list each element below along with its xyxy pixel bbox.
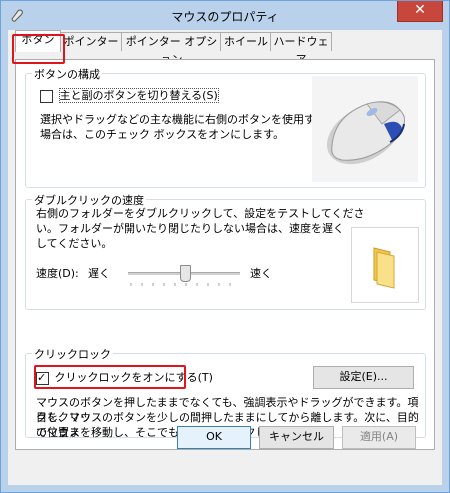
speed-slow-label: 遅く [88,267,110,280]
click-lock-settings-button[interactable]: 設定(E)... [313,366,414,389]
mouse-illustration [312,76,418,182]
ok-button[interactable]: OK [177,426,251,449]
double-click-desc-1: 右側のフォルダーをダブルクリックして、設定をテストしてくださ [36,207,365,220]
speed-fast-label: 速く [250,267,272,280]
double-click-group: ダブルクリックの速度 右側のフォルダーをダブルクリックして、設定をテストしてくだ… [25,192,426,310]
tab-panel: ボタンの構成 主と副のボタンを切り替える(S) 選択やドラッグなどの主な機能に右… [15,59,435,450]
switch-buttons-label[interactable]: 主と副のボタンを切り替える(S) [58,88,219,103]
speed-slider[interactable] [128,263,240,291]
switch-buttons-checkbox[interactable] [40,89,53,103]
title-bar: マウスのプロパティ ✕ [1,1,449,30]
tab-pointers[interactable]: ポインター [59,32,123,51]
slider-thumb[interactable] [180,265,191,282]
folder-icon [373,247,395,289]
button-config-desc-2: 場合は、このチェック ボックスをオンにします。 [40,128,285,141]
double-click-desc-3: してください。 [36,237,113,250]
click-lock-option[interactable]: クリックロックをオンにする(T) [36,370,213,385]
cancel-button[interactable]: キャンセル [259,426,334,449]
mouse-image [327,101,405,165]
tab-buttons[interactable]: ボタン [15,30,61,52]
tab-hardware[interactable]: ハードウェア [270,32,332,66]
apply-button[interactable]: 適用(A) [342,426,416,449]
test-folder[interactable] [351,227,419,303]
window-title: マウスのプロパティ [171,10,279,24]
double-click-desc-2: い。フォルダーが開いたり閉じたりしない場合は、速度を遅く [36,222,344,235]
click-lock-title: クリックロック [32,346,113,362]
speed-label: 速度(D): [36,267,79,280]
click-lock-checkbox[interactable] [36,370,49,385]
tab-wheel[interactable]: ホイール [220,32,272,51]
tab-pointer-options[interactable]: ポインター オプション [121,32,222,66]
switch-buttons-option[interactable]: 主と副のボタンを切り替える(S) [40,88,219,103]
dialog-client: ボタン ポインター ポインター オプション ホイール ハードウェア ボタンの構成… [8,30,442,485]
button-config-group: ボタンの構成 主と副のボタンを切り替える(S) 選択やドラッグなどの主な機能に右… [25,66,426,188]
close-button[interactable]: ✕ [397,1,443,22]
click-lock-label[interactable]: クリックロックをオンにする(T) [55,371,213,384]
button-config-desc-1: 選択やドラッグなどの主な機能に右側のボタンを使用する [40,113,326,126]
slider-ticks [130,283,231,286]
mouse-properties-window: マウスのプロパティ ✕ ボタン ポインター ポインター オプション ホイール ハ… [0,0,450,493]
button-config-title: ボタンの構成 [32,66,102,82]
